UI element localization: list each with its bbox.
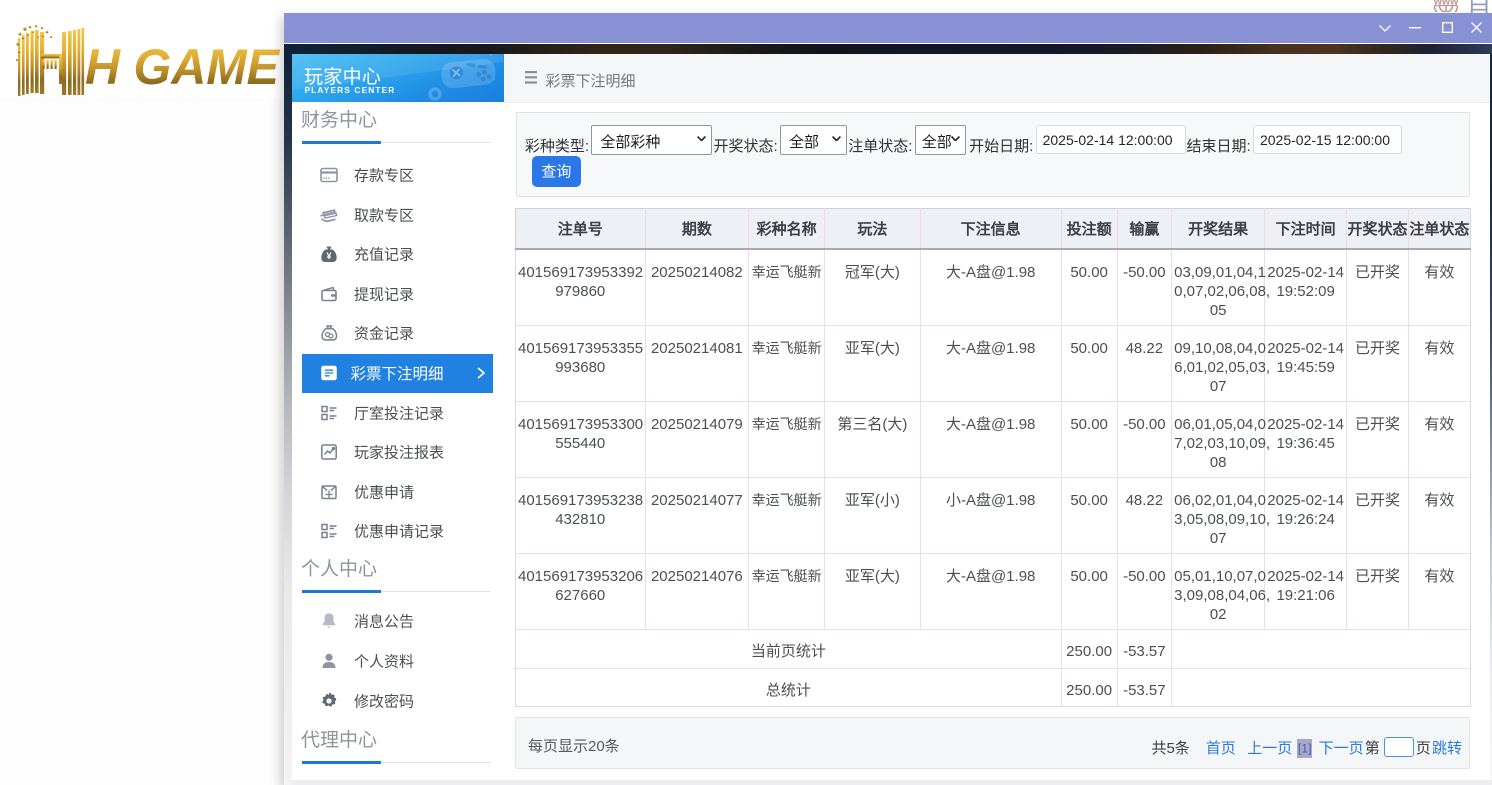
svg-text:H GAME: H GAME: [85, 38, 280, 95]
svg-text:¥: ¥: [326, 251, 331, 261]
